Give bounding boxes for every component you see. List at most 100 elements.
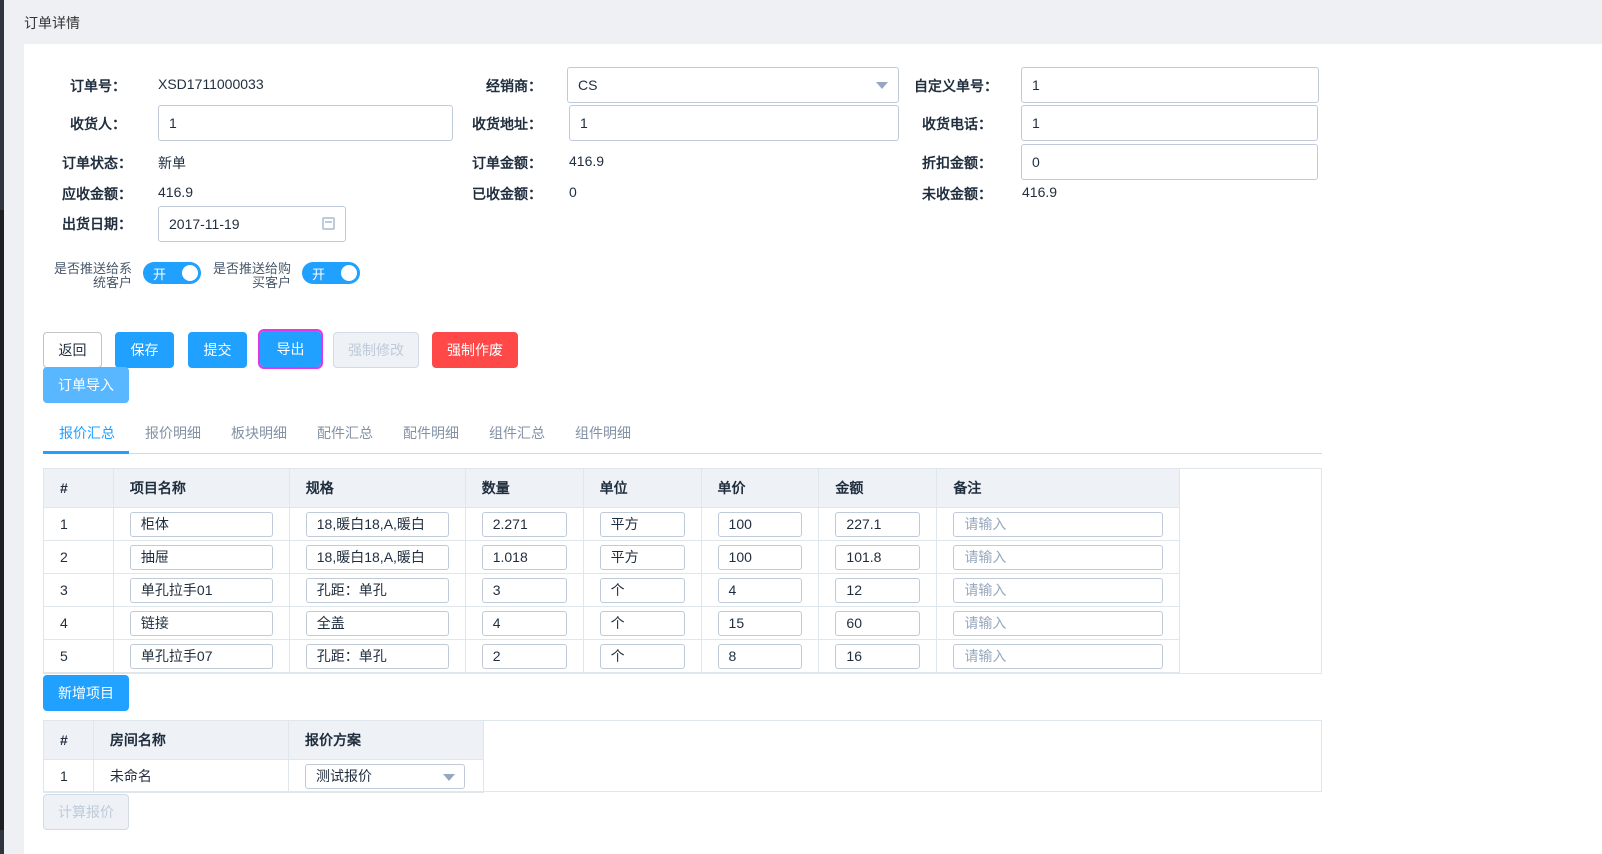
chevron-down-icon [876,82,888,89]
add-item-button[interactable]: 新增项目 [43,675,129,711]
items-table: # 项目名称 规格 数量 单位 单价 金额 备注 1 柜体 18,暖白18,A,… [43,468,1180,673]
item-price-input[interactable]: 4 [717,577,803,603]
col-header-price: 单价 [700,468,820,508]
phone-input[interactable]: 1 [1021,105,1318,141]
col-header-spec: 规格 [288,468,466,508]
save-button[interactable]: 保存 [115,332,174,368]
tab-board-detail[interactable]: 板块明细 [231,424,287,454]
item-amount-input[interactable]: 16 [835,643,921,669]
dealer-label: 经销商： [486,78,542,94]
item-name-input[interactable]: 单孔拉手01 [129,577,273,603]
push-buyer-switch[interactable]: 开 [302,262,360,284]
item-unit-input[interactable]: 个 [599,643,685,669]
discount-input[interactable]: 0 [1021,144,1318,180]
amount-value: 416.9 [569,153,605,169]
phone-label: 收货电话： [922,116,992,132]
item-unit-input[interactable]: 个 [599,577,685,603]
item-amount-input[interactable]: 12 [835,577,921,603]
custom-no-label: 自定义单号： [914,78,998,94]
order-no-value: XSD1711000033 [158,76,264,92]
col-header-quote-plan: 报价方案 [288,720,484,760]
item-remark-input[interactable]: 请输入 [953,544,1163,570]
item-price-input[interactable]: 8 [717,643,803,669]
submit-button[interactable]: 提交 [188,332,247,368]
tab-component-summary[interactable]: 组件汇总 [489,424,545,454]
chevron-down-icon [443,773,456,781]
table-row: 1 未命名 测试报价 [43,759,484,793]
calc-quote-button[interactable]: 计算报价 [43,794,129,830]
calendar-icon [322,217,335,230]
quote-plan-select[interactable]: 测试报价 [305,763,466,789]
push-buyer-label: 是否推送给购 买客户 [212,261,291,290]
item-amount-input[interactable]: 60 [835,610,921,636]
receiver-input[interactable]: 1 [158,105,453,141]
table-row: 1 柜体 18,暖白18,A,暖白 2.271 平方 100 227.1 请输入 [43,507,1180,541]
col-header-name: 项目名称 [112,468,290,508]
item-spec-input[interactable]: 18,暖白18,A,暖白 [305,544,449,570]
item-unit-input[interactable]: 平方 [599,544,685,570]
item-unit-input[interactable]: 平方 [599,511,685,537]
item-qty-input[interactable]: 2.271 [481,511,567,537]
col-header-amount: 金额 [818,468,938,508]
export-button[interactable]: 导出 [258,329,323,369]
item-qty-input[interactable]: 2 [481,643,567,669]
item-remark-input[interactable]: 请输入 [953,577,1163,603]
item-remark-input[interactable]: 请输入 [953,610,1163,636]
force-void-button[interactable]: 强制作废 [432,332,518,368]
item-name-input[interactable]: 抽屉 [129,544,273,570]
item-unit-input[interactable]: 个 [599,610,685,636]
ship-date-value: 2017-11-19 [169,216,240,232]
item-price-input[interactable]: 100 [717,511,803,537]
push-system-switch[interactable]: 开 [143,262,201,284]
item-spec-input[interactable]: 18,暖白18,A,暖白 [305,511,449,537]
switch-knob [341,265,357,281]
ship-date-label: 出货日期： [62,216,132,232]
rooms-table-header: # 房间名称 报价方案 [43,720,484,760]
item-remark-input[interactable]: 请输入 [953,643,1163,669]
item-remark-input[interactable]: 请输入 [953,511,1163,537]
address-input[interactable]: 1 [569,105,899,141]
tab-quote-detail[interactable]: 报价明细 [145,424,201,454]
detail-tabs: 报价汇总 报价明细 板块明细 配件汇总 配件明细 组件汇总 组件明细 [43,418,1322,454]
push-system-label: 是否推送给系 统客户 [53,261,132,290]
item-price-input[interactable]: 100 [717,544,803,570]
unreceived-value: 416.9 [1022,184,1058,200]
ship-date-picker[interactable]: 2017-11-19 [158,206,346,242]
order-import-button[interactable]: 订单导入 [43,367,129,403]
switch-knob [182,265,198,281]
discount-label: 折扣金额： [922,155,992,171]
tab-accessory-detail[interactable]: 配件明细 [403,424,459,454]
received-value: 0 [569,184,577,200]
col-header-no: # [43,468,114,508]
custom-no-input[interactable]: 1 [1021,67,1319,103]
tab-component-detail[interactable]: 组件明细 [575,424,631,454]
col-header-qty: 数量 [464,468,584,508]
push-buyer-switch-text: 开 [312,267,326,282]
item-qty-input[interactable]: 3 [481,577,567,603]
tab-quote-summary[interactable]: 报价汇总 [59,424,115,454]
item-name-input[interactable]: 单孔拉手07 [129,643,273,669]
item-spec-input[interactable]: 孔距：单孔 [305,643,449,669]
col-header-unit: 单位 [582,468,702,508]
dealer-select[interactable]: CS [567,67,899,103]
item-qty-input[interactable]: 4 [481,610,567,636]
item-price-input[interactable]: 15 [717,610,803,636]
force-modify-button[interactable]: 强制修改 [333,332,419,368]
item-spec-input[interactable]: 孔距：单孔 [305,577,449,603]
table-row: 4 链接 全盖 4 个 15 60 请输入 [43,606,1180,640]
row-no: 3 [43,573,114,607]
table-row: 2 抽屉 18,暖白18,A,暖白 1.018 平方 100 101.8 请输入 [43,540,1180,574]
item-name-input[interactable]: 链接 [129,610,273,636]
item-qty-input[interactable]: 1.018 [481,544,567,570]
push-system-switch-text: 开 [153,267,167,282]
order-no-label: 订单号： [70,78,126,94]
item-amount-input[interactable]: 227.1 [835,511,921,537]
item-amount-input[interactable]: 101.8 [835,544,921,570]
item-name-input[interactable]: 柜体 [129,511,273,537]
back-button[interactable]: 返回 [43,332,102,368]
item-spec-input[interactable]: 全盖 [305,610,449,636]
row-no: 4 [43,606,114,640]
row-no: 1 [43,759,94,793]
status-value: 新单 [158,155,186,171]
tab-accessory-summary[interactable]: 配件汇总 [317,424,373,454]
